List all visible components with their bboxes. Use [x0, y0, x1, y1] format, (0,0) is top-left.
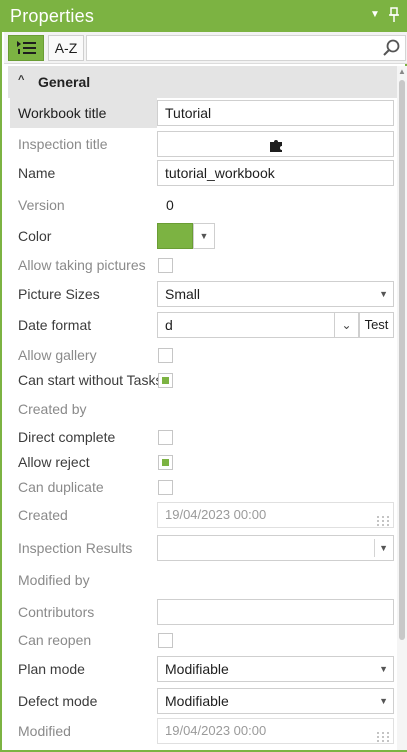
contributors-field[interactable] [157, 599, 394, 625]
property-row-created-by: Created by [8, 394, 397, 424]
date-format-input[interactable]: d [157, 312, 335, 338]
date-format-test-button[interactable]: Test [359, 312, 394, 338]
defect-mode-value: Modifiable [165, 693, 229, 709]
property-label: Can duplicate [18, 479, 104, 495]
property-row-inspection-results[interactable]: Inspection Results ▼ [8, 533, 397, 563]
pin-icon[interactable] [388, 7, 400, 23]
property-label: Modified by [18, 572, 90, 588]
alphabetical-view-button[interactable]: A-Z [48, 35, 84, 61]
property-row-defect-mode[interactable]: Defect mode Modifiable ▼ [8, 686, 397, 716]
date-format-dropdown-button[interactable]: ⌄ [335, 312, 359, 338]
allow-taking-pictures-checkbox[interactable] [158, 258, 173, 273]
workbook-title-field[interactable]: Tutorial [157, 100, 394, 126]
categorized-view-button[interactable] [8, 35, 44, 61]
chevron-down-icon: ⌄ [341, 318, 352, 332]
property-row-picture-sizes[interactable]: Picture Sizes Small ▼ [8, 279, 397, 309]
property-row-version: Version 0 [8, 190, 397, 220]
property-row-modified: Modified 19/04/2023 00:00 [8, 716, 397, 746]
property-row-created: Created 19/04/2023 00:00 [8, 500, 397, 530]
color-dropdown-button[interactable]: ▼ [193, 223, 215, 249]
can-reopen-checkbox[interactable] [158, 633, 173, 648]
picture-sizes-select[interactable]: Small ▼ [157, 281, 394, 307]
property-label: Contributors [18, 604, 95, 620]
property-row-modified-by: Modified by [8, 565, 397, 595]
property-row-allow-taking-pictures[interactable]: Allow taking pictures [8, 250, 397, 280]
collapse-chevron-icon[interactable]: ^ [18, 74, 24, 86]
properties-panel: Properties ▼ A-Z ▲ ^ General Workbook ti… [0, 0, 407, 752]
can-start-without-tasks-checkbox[interactable] [158, 373, 173, 388]
picture-sizes-value: Small [165, 286, 201, 302]
property-row-name[interactable]: Name tutorial_workbook [8, 158, 397, 188]
chevron-down-icon: ▼ [199, 231, 209, 241]
chevron-down-icon[interactable]: ▼ [379, 536, 388, 560]
categorized-list-icon [17, 41, 37, 58]
property-label: Picture Sizes [18, 286, 100, 302]
direct-complete-checkbox[interactable] [158, 430, 173, 445]
property-label: Created by [18, 401, 87, 417]
property-label: Color [18, 228, 52, 244]
property-label: Plan mode [18, 661, 85, 677]
search-input[interactable] [86, 35, 406, 61]
panel-toolbar: A-Z [4, 32, 407, 64]
property-label: Date format [18, 317, 92, 333]
panel-title: Properties [10, 6, 95, 26]
property-row-color[interactable]: Color ▼ [8, 221, 397, 251]
group-title: General [38, 74, 91, 90]
name-field[interactable]: tutorial_workbook [157, 160, 394, 186]
dropdown-menu-icon[interactable]: ▼ [370, 8, 380, 22]
property-label: Inspection Results [18, 540, 133, 556]
color-swatch[interactable] [157, 223, 193, 249]
version-value: 0 [166, 197, 174, 213]
property-label: Workbook title [10, 98, 157, 128]
property-label: Name [18, 165, 56, 181]
panel-titlebar: Properties ▼ [2, 0, 407, 32]
property-label: Defect mode [18, 693, 98, 709]
chevron-down-icon[interactable]: ▼ [379, 657, 388, 681]
property-label: Modified [18, 723, 71, 739]
property-row-workbook-title[interactable]: Workbook title Tutorial [8, 98, 397, 128]
property-row-can-duplicate[interactable]: Can duplicate [8, 472, 397, 502]
property-label: Can reopen [18, 632, 92, 648]
property-row-date-format[interactable]: Date format d ⌄ Test [8, 310, 397, 340]
scrollbar-thumb[interactable] [399, 80, 405, 640]
scroll-up-icon[interactable]: ▲ [398, 68, 406, 76]
plan-mode-select[interactable]: Modifiable ▼ [157, 656, 394, 682]
can-duplicate-checkbox[interactable] [158, 480, 173, 495]
allow-gallery-checkbox[interactable] [158, 348, 173, 363]
modified-date-field: 19/04/2023 00:00 [157, 718, 394, 744]
plan-mode-value: Modifiable [165, 661, 229, 677]
chevron-down-icon[interactable]: ▼ [379, 282, 388, 306]
property-row-contributors[interactable]: Contributors [8, 597, 397, 627]
property-label: Allow taking pictures [18, 257, 146, 273]
puzzle-icon[interactable] [268, 136, 284, 152]
calendar-icon [377, 726, 389, 742]
created-date-field: 19/04/2023 00:00 [157, 502, 394, 528]
group-header-general[interactable]: ^ General [8, 66, 397, 98]
property-label: Can start without Tasks [18, 372, 160, 388]
inspection-results-select[interactable]: ▼ [157, 535, 394, 561]
property-label: Created [18, 507, 68, 523]
calendar-icon [377, 510, 389, 526]
property-label: Version [18, 197, 65, 213]
created-date-value: 19/04/2023 00:00 [165, 507, 267, 522]
property-row-can-reopen[interactable]: Can reopen [8, 625, 397, 655]
inspection-title-field[interactable] [157, 131, 394, 157]
search-icon[interactable] [382, 39, 402, 57]
modified-date-value: 19/04/2023 00:00 [165, 723, 267, 738]
property-row-plan-mode[interactable]: Plan mode Modifiable ▼ [8, 654, 397, 684]
dropdown-separator [374, 539, 375, 557]
property-label: Inspection title [18, 136, 108, 152]
defect-mode-select[interactable]: Modifiable ▼ [157, 688, 394, 714]
chevron-down-icon[interactable]: ▼ [379, 689, 388, 713]
allow-reject-checkbox[interactable] [158, 455, 173, 470]
property-row-can-start-without-tasks[interactable]: Can start without Tasks [8, 365, 397, 395]
property-row-inspection-title[interactable]: Inspection title [8, 129, 397, 159]
